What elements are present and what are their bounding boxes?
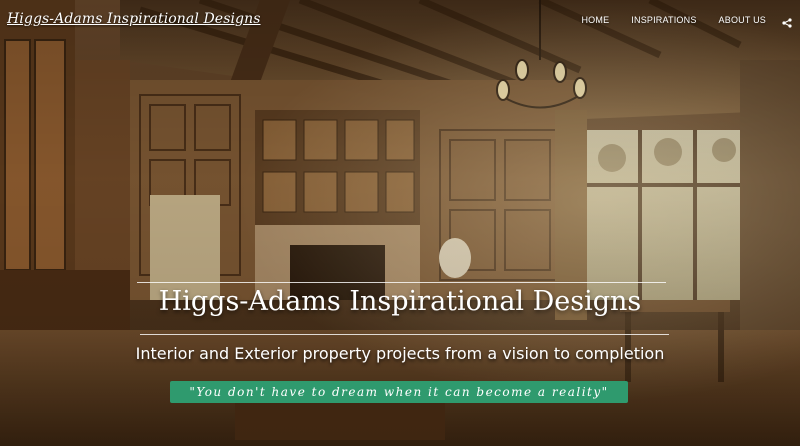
hero-overlay xyxy=(0,0,800,446)
nav-home[interactable]: HOME xyxy=(581,15,609,25)
nav-about-us[interactable]: ABOUT US xyxy=(719,15,766,25)
headline-bottom-divider xyxy=(140,334,669,335)
quote-badge: "You don't have to dream when it can bec… xyxy=(170,381,628,403)
site-title-link[interactable]: Higgs-Adams Inspirational Designs xyxy=(7,11,261,27)
nav-inspirations[interactable]: INSPIRATIONS xyxy=(631,15,696,25)
headline-top-divider xyxy=(137,282,666,283)
hero-background xyxy=(0,0,800,446)
hero-subline: Interior and Exterior property projects … xyxy=(135,344,665,363)
main-nav: HOME INSPIRATIONS ABOUT US xyxy=(559,15,792,28)
quote-text: "You don't have to dream when it can bec… xyxy=(189,385,609,399)
hero-headline: Higgs-Adams Inspirational Designs xyxy=(158,286,642,317)
share-icon[interactable] xyxy=(782,15,792,28)
